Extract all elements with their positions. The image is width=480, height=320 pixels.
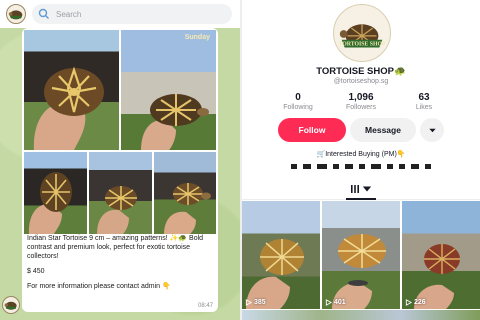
tortoise-shop-logo-icon: TORTOISE SHOP <box>339 24 386 48</box>
view-count-value: 401 <box>334 299 346 306</box>
shop-avatar[interactable] <box>6 4 26 24</box>
view-count-value: 226 <box>414 299 426 306</box>
profile-bio: 🛒Interested Buying (PM)👇 <box>316 151 406 158</box>
sunday-label: Sunday <box>184 34 210 41</box>
search-bar[interactable]: Search <box>32 4 232 24</box>
profile-name: TORTOISE SHOP🐢 <box>316 66 406 77</box>
view-count: 401 <box>325 299 346 306</box>
grid-icon <box>351 184 359 193</box>
profile-pane: TORTOISE SHOP TORTOISE SHOP🐢 @tortoisesh… <box>242 0 480 320</box>
video-thumbnail[interactable]: 385 <box>242 201 320 309</box>
view-count-value: 385 <box>254 299 266 306</box>
chat-pane: Search Sunday Indian Star Tortoise 9 cm … <box>0 0 240 320</box>
profile-stats: 0 Following 1,096 Followers 63 Likes <box>268 92 454 111</box>
tortoise-photo-4[interactable] <box>89 152 152 234</box>
tortoise-photo-2[interactable]: Sunday <box>121 30 216 150</box>
message-time: 08:47 <box>197 303 213 309</box>
more-dropdown-button[interactable] <box>420 118 444 142</box>
chevron-down-icon <box>362 186 372 191</box>
stat-followers[interactable]: 1,096 Followers <box>331 92 391 111</box>
caption-price: $ 450 <box>27 268 45 275</box>
stat-value: 1,096 <box>348 92 374 103</box>
play-icon <box>405 299 412 306</box>
stat-label: Likes <box>415 104 433 111</box>
caption-contact: For more information please contact admi… <box>27 283 171 290</box>
video-thumbnail[interactable]: 226 <box>402 201 480 309</box>
tab-videos-grid[interactable] <box>346 180 376 200</box>
profile-actions: Follow Message <box>278 118 444 142</box>
profile-handle: @tortoiseshop.sg <box>333 78 389 85</box>
chat-header: Search <box>0 0 240 28</box>
search-placeholder: Search <box>56 9 82 19</box>
tortoise-photo-3[interactable] <box>24 152 87 234</box>
caption-description: Indian Star Tortoise 9 cm – amazing patt… <box>27 235 204 260</box>
stat-label: Following <box>283 104 313 111</box>
message-bubble[interactable]: Sunday Indian Star Tortoise 9 cm – amazi… <box>22 28 218 312</box>
stat-value: 63 <box>418 92 430 103</box>
stat-value: 0 <box>295 92 301 103</box>
play-icon <box>325 299 332 306</box>
video-thumbnail[interactable]: 401 <box>322 201 400 309</box>
chevron-down-icon <box>428 128 436 132</box>
tortoise-logo-icon <box>8 10 23 20</box>
play-icon <box>245 299 252 306</box>
photo-album: Sunday <box>24 30 216 258</box>
logo-text: TORTOISE SHOP <box>339 42 386 48</box>
view-count: 385 <box>245 299 266 306</box>
content-tabs <box>242 180 480 200</box>
search-icon <box>38 8 49 19</box>
sender-avatar[interactable] <box>2 296 20 314</box>
tortoise-photo-1[interactable] <box>24 30 119 150</box>
stat-following[interactable]: 0 Following <box>268 92 328 111</box>
message-button[interactable]: Message <box>350 118 416 142</box>
stat-label: Followers <box>346 104 376 111</box>
redacted-bio-line <box>286 164 436 170</box>
tortoise-photo-5[interactable] <box>154 152 216 234</box>
video-grid: 385 401 226 <box>242 201 480 320</box>
shop-logo[interactable]: TORTOISE SHOP <box>333 4 391 62</box>
next-row-thumbnails <box>242 310 480 320</box>
follow-button[interactable]: Follow <box>278 118 346 142</box>
view-count: 226 <box>405 299 426 306</box>
message-caption: Indian Star Tortoise 9 cm – amazing patt… <box>27 234 213 297</box>
tortoise-logo-icon <box>4 301 17 310</box>
stat-likes[interactable]: 63 Likes <box>394 92 454 111</box>
